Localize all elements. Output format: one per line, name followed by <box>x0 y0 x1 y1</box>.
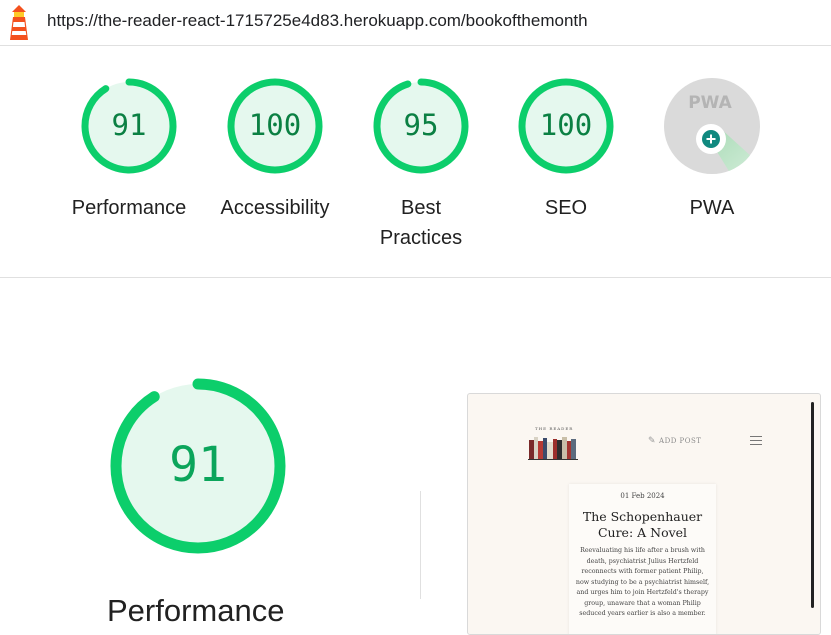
gauge-label: PWA <box>689 197 735 219</box>
books-logo-icon <box>528 437 578 460</box>
url-bar: https://the-reader-react-1715725e4d83.he… <box>0 0 831 46</box>
pwa-plus-icon <box>702 130 720 148</box>
hamburger-menu-icon[interactable] <box>750 436 762 448</box>
add-post-label: ADD POST <box>659 437 702 445</box>
thumbnail-scrollbar <box>811 402 814 608</box>
accessibility-gauge-ring: 100 <box>227 78 323 174</box>
lighthouse-icon <box>10 5 28 40</box>
pwa-badge-text: PWA <box>688 93 732 113</box>
book-title: The Schopenhauer Cure: A Novel <box>582 509 703 540</box>
gauge-score: 95 <box>404 108 439 142</box>
thumbnail-brand-text: THE READER <box>535 426 574 431</box>
section-divider <box>420 491 421 599</box>
final-screenshot-thumbnail[interactable]: THE READER ✎ ADD POST 01 Feb 2024 The Sch… <box>467 393 821 635</box>
gauge-label: Best Practices <box>379 197 463 249</box>
gauge-label: SEO <box>544 197 588 219</box>
gauge-seo[interactable]: 100 SEO <box>501 76 631 223</box>
book-excerpt: Reevaluating his life after a brush with… <box>575 547 710 617</box>
gauge-score: 100 <box>540 108 592 142</box>
pwa-badge: PWA <box>664 78 760 174</box>
gauge-label: Accessibility <box>220 197 330 219</box>
performance-gauge-ring: 91 <box>81 78 177 174</box>
performance-section-title: Performance <box>107 593 285 628</box>
gauge-pwa[interactable]: PWA PWA <box>647 76 777 223</box>
add-post-link[interactable]: ✎ ADD POST <box>648 436 701 446</box>
book-card[interactable]: 01 Feb 2024 The Schopenhauer Cure: A Nov… <box>569 484 716 634</box>
score-gauges: 91 Performance 100 Accessibility 95 Best… <box>0 46 831 278</box>
url-text[interactable]: https://the-reader-react-1715725e4d83.he… <box>47 11 588 31</box>
gauge-performance[interactable]: 91 Performance <box>64 76 194 223</box>
seo-gauge-ring: 100 <box>518 78 614 174</box>
gauge-score: 91 <box>112 108 147 142</box>
book-date: 01 Feb 2024 <box>620 492 665 500</box>
gauge-score: 100 <box>249 108 301 142</box>
gauge-best-practices[interactable]: 95 Best Practices <box>356 76 486 253</box>
gauge-accessibility[interactable]: 100 Accessibility <box>210 76 340 223</box>
best-practices-gauge-ring: 95 <box>373 78 469 174</box>
gauge-label: Performance <box>71 197 187 219</box>
performance-big-gauge: 91 <box>110 378 286 554</box>
feather-icon: ✎ <box>648 436 657 446</box>
performance-big-score: 91 <box>169 437 227 493</box>
